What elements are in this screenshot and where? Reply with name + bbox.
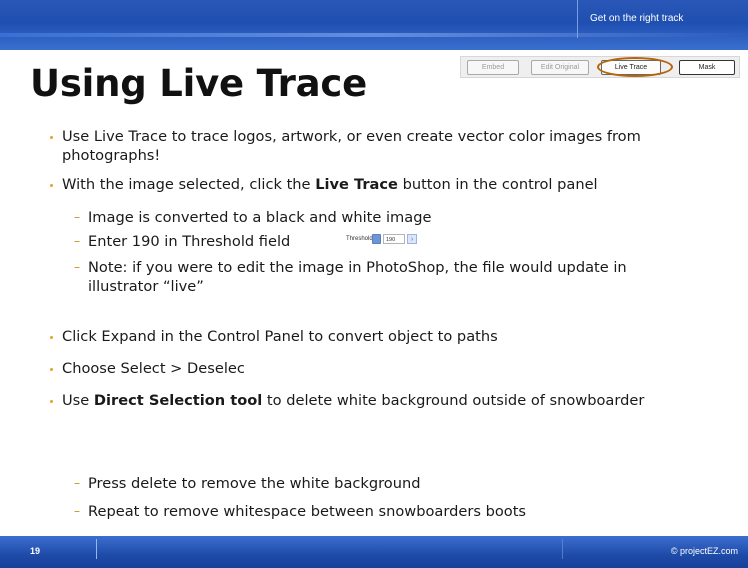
threshold-widget: Threshold: 190 › [346, 232, 506, 246]
bullet-4: Choose Select > Deselec [62, 360, 245, 377]
banner-divider [577, 0, 578, 38]
bullet-5-bold: Direct Selection tool [93, 392, 263, 409]
bullet-dot [50, 336, 53, 339]
sub-bullet-dash: – [74, 210, 80, 224]
bullet-5-text: Use [62, 392, 94, 409]
threshold-value-field[interactable]: 190 [383, 234, 405, 244]
sub-bullet-dash: – [74, 504, 80, 518]
mask-button[interactable]: Mask [679, 60, 735, 75]
sub-bullet-5-1: Press delete to remove the white backgro… [88, 475, 421, 492]
bottom-banner: 19 © projectEZ.com [0, 536, 748, 568]
threshold-label: Threshold: [346, 236, 375, 242]
bullet-1: Use Live Trace to trace logos, artwork, … [62, 128, 641, 164]
copyright-text: © projectEZ.com [670, 546, 738, 556]
bullet-2-bold: Live Trace [315, 176, 398, 193]
bullet-5: Use Direct Selection tool to delete whit… [62, 391, 682, 410]
bullet-dot [50, 368, 53, 371]
bullet-2-text: With the image selected, click the [62, 176, 316, 193]
bullet-3: Click Expand in the Control Panel to con… [62, 328, 498, 345]
slide-title: Using Live Trace [30, 62, 368, 105]
page-number: 19 [30, 546, 41, 556]
spinner-icon[interactable] [372, 234, 381, 244]
banner-stripe [0, 33, 748, 37]
bullet-2: With the image selected, click the Live … [62, 175, 682, 194]
bullet-dot [50, 136, 53, 139]
edit-original-button[interactable]: Edit Original [531, 60, 589, 75]
sub-bullet-5-2: Repeat to remove whitespace between snow… [88, 503, 527, 520]
sub-bullet-2-1: Image is converted to a black and white … [88, 209, 432, 226]
sub-bullet-2-3: Note: if you were to edit the image in P… [88, 259, 627, 295]
footer-divider [96, 539, 97, 559]
top-banner: Get on the right track [0, 0, 748, 50]
bullet-dot [50, 400, 53, 403]
sub-bullet-dash: – [74, 234, 80, 248]
sub-bullet-dash: – [74, 260, 80, 274]
highlight-circle [597, 57, 673, 77]
bullet-dot [50, 184, 53, 187]
sub-bullet-2-2: Enter 190 in Threshold field [88, 233, 291, 250]
sub-bullet-dash: – [74, 476, 80, 490]
bullet-5-text-end: to delete white background outside of sn… [262, 392, 645, 409]
footer-divider [562, 539, 563, 559]
embed-button[interactable]: Embed [467, 60, 519, 75]
bullet-2-text-end: button in the control panel [397, 176, 598, 193]
chevron-right-icon[interactable]: › [407, 234, 417, 244]
banner-tagline: Get on the right track [590, 13, 684, 24]
